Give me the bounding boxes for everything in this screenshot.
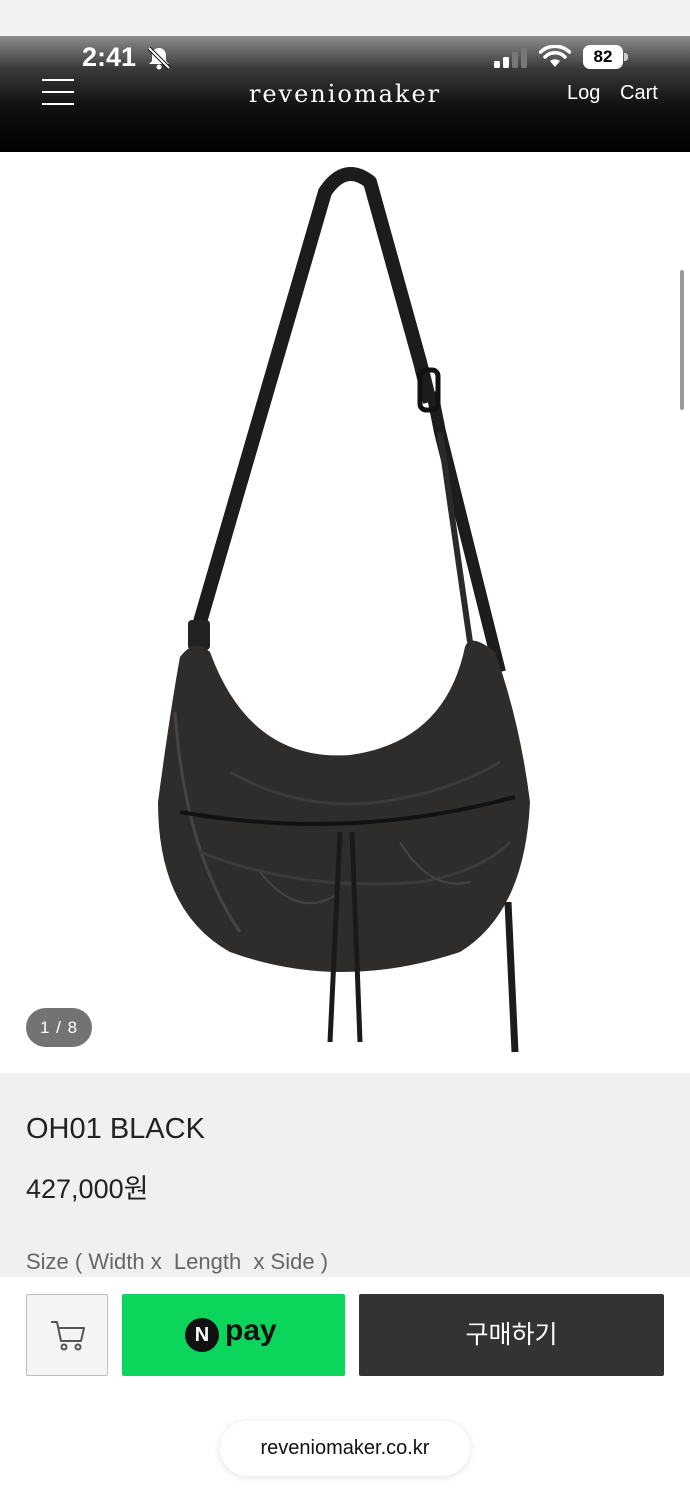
signal-icon <box>494 48 527 68</box>
hamburger-menu-icon[interactable] <box>42 79 74 105</box>
add-to-cart-button[interactable] <box>26 1294 108 1376</box>
purchase-bar: N pay 구매하기 reveniomaker.co.kr <box>0 1277 690 1500</box>
size-label: Size ( Width x Length x Side ) <box>26 1249 329 1274</box>
npay-label: pay <box>225 1314 277 1347</box>
npay-button[interactable]: N pay <box>122 1294 345 1376</box>
battery-icon: 82 <box>583 45 629 69</box>
product-info: OH01 BLACK 427,000원 Size ( Width x Lengt… <box>0 1073 690 1278</box>
product-image <box>158 167 530 1053</box>
purchase-button[interactable]: 구매하기 <box>359 1294 664 1376</box>
image-counter: 1 / 8 <box>26 1008 92 1047</box>
naver-n-icon: N <box>185 1318 219 1352</box>
brand-logo[interactable]: reveniomaker <box>200 80 490 108</box>
product-name: OH01 BLACK <box>26 1113 205 1145</box>
wifi-icon <box>539 45 571 67</box>
status-time: 2:41 <box>82 42 137 72</box>
product-image-gallery[interactable] <box>0 152 690 1073</box>
battery-level: 82 <box>583 45 623 69</box>
browser-url-pill[interactable]: reveniomaker.co.kr <box>220 1421 470 1476</box>
cart-icon <box>51 1321 85 1351</box>
bell-off-icon <box>147 46 171 70</box>
top-gap <box>0 0 690 36</box>
cart-link[interactable]: Cart <box>620 82 658 105</box>
product-price: 427,000원 <box>26 1174 149 1204</box>
log-link[interactable]: Log <box>567 82 600 105</box>
scrollbar[interactable] <box>680 270 684 410</box>
battery-tip <box>624 53 628 61</box>
site-header: 2:41 82 reveniomaker Log Cart <box>0 36 690 152</box>
